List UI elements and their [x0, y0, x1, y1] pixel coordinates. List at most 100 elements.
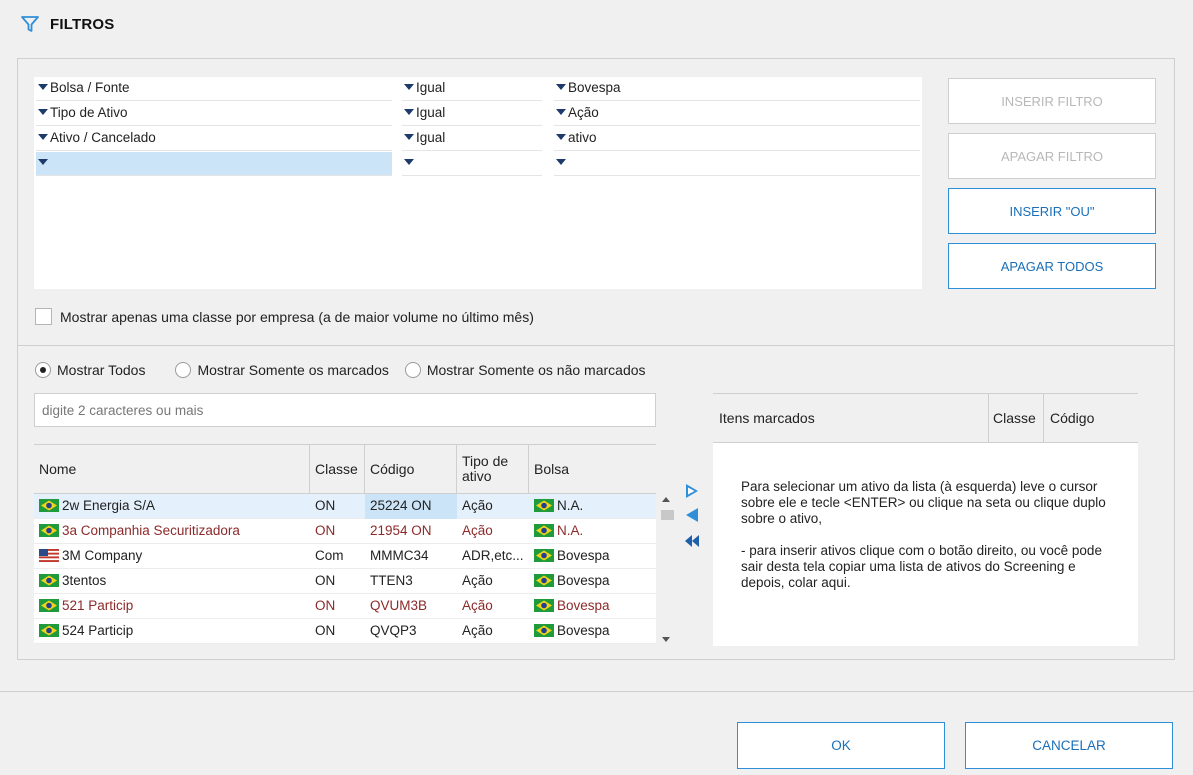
- scroll-up-icon[interactable]: [662, 497, 670, 502]
- table-row[interactable]: 3M Company Com MMMC34 ADR,etc... Bovespa: [34, 544, 656, 569]
- column-header-bolsa[interactable]: Bolsa: [529, 445, 656, 493]
- one-class-label: Mostrar apenas uma classe por empresa (a…: [60, 308, 534, 325]
- add-item-arrow-icon[interactable]: [684, 483, 700, 499]
- radio-button[interactable]: [404, 362, 421, 378]
- cell-tipo: Ação: [462, 573, 493, 588]
- column-header-classe[interactable]: Classe: [989, 394, 1044, 442]
- caret-down-icon: [556, 159, 566, 166]
- cell-bolsa: Bovespa: [529, 569, 656, 594]
- cell-nome: 3tentos: [34, 569, 310, 594]
- column-header-codigo[interactable]: Código: [1044, 394, 1138, 442]
- column-header-nome[interactable]: Nome: [34, 445, 310, 493]
- filter-row[interactable]: Tipo de Ativo Igual Ação: [34, 102, 922, 126]
- filter-operator-dropdown[interactable]: Igual: [402, 102, 542, 126]
- caret-down-icon: [38, 109, 48, 116]
- filter-row[interactable]: Ativo / Cancelado Igual ativo: [34, 127, 922, 151]
- filter-row[interactable]: Bolsa / Fonte Igual Bovespa: [34, 77, 922, 101]
- radio-show-unmarked[interactable]: Mostrar Somente os não marcados: [404, 362, 646, 378]
- asset-search-input[interactable]: [34, 393, 656, 427]
- one-class-option[interactable]: Mostrar apenas uma classe por empresa (a…: [35, 308, 534, 325]
- cell-codigo: 21954 ON: [370, 523, 432, 538]
- filter-operator-dropdown[interactable]: Igual: [402, 77, 542, 101]
- cancel-button[interactable]: CANCELAR: [965, 722, 1173, 769]
- cell-tipo: Ação: [462, 623, 493, 638]
- cell-tipo: Ação: [462, 523, 493, 538]
- ok-button[interactable]: OK: [737, 722, 945, 769]
- cell-codigo: QVUM3B: [370, 598, 428, 613]
- cell-tipo: Ação: [462, 498, 493, 513]
- filter-value-dropdown[interactable]: Ação: [554, 102, 920, 126]
- one-class-checkbox[interactable]: [35, 308, 52, 325]
- brazil-flag-icon: [39, 623, 59, 637]
- cell-nome: 521 Particip: [34, 594, 310, 619]
- column-header-itens-marcados[interactable]: Itens marcados: [713, 394, 989, 442]
- radio-button[interactable]: [175, 362, 192, 378]
- cell-bolsa: Bovespa: [529, 594, 656, 619]
- cell-codigo: MMMC34: [370, 548, 429, 563]
- table-row[interactable]: 524 Particip ON QVQP3 Ação Bovespa: [34, 619, 656, 644]
- filter-field-dropdown[interactable]: Tipo de Ativo: [36, 102, 392, 126]
- asset-name: 524 Particip: [62, 623, 134, 638]
- radio-button[interactable]: [35, 362, 51, 378]
- asset-name: 3M Company: [62, 548, 143, 563]
- caret-down-icon: [556, 109, 566, 116]
- radio-label: Mostrar Somente os não marcados: [426, 362, 646, 378]
- table-row[interactable]: 3tentos ON TTEN3 Ação Bovespa: [34, 569, 656, 594]
- filter-field-dropdown[interactable]: [36, 152, 392, 176]
- cell-classe: ON: [315, 598, 336, 613]
- cell-tipo: ADR,etc...: [462, 548, 524, 563]
- insert-or-button[interactable]: INSERIR "OU": [948, 188, 1156, 234]
- column-header-codigo[interactable]: Código: [365, 445, 457, 493]
- caret-down-icon: [38, 84, 48, 91]
- remove-all-arrow-icon[interactable]: [684, 535, 700, 547]
- insert-filter-button[interactable]: INSERIR FILTRO: [948, 78, 1156, 124]
- filter-value-dropdown[interactable]: ativo: [554, 127, 920, 151]
- radio-show-all[interactable]: Mostrar Todos: [35, 362, 145, 378]
- caret-down-icon: [404, 109, 414, 116]
- section-divider: [18, 345, 1174, 346]
- cell-nome: 3M Company: [34, 544, 310, 569]
- filter-field-dropdown[interactable]: Bolsa / Fonte: [36, 77, 392, 101]
- filter-operator-label: Igual: [416, 105, 446, 120]
- filter-operator-dropdown[interactable]: Igual: [402, 127, 542, 151]
- brazil-flag-icon: [534, 498, 554, 512]
- scroll-thumb[interactable]: [661, 510, 674, 520]
- cell-nome: 3a Companhia Securitizadora: [34, 519, 310, 544]
- caret-down-icon: [556, 84, 566, 91]
- delete-all-button[interactable]: APAGAR TODOS: [948, 243, 1156, 289]
- cell-codigo: 25224 ON: [365, 494, 457, 519]
- column-header-tipo[interactable]: Tipo de ativo: [457, 445, 529, 493]
- filter-value-label: ativo: [568, 130, 597, 145]
- column-header-classe[interactable]: Classe: [310, 445, 365, 493]
- asset-name: 521 Particip: [62, 598, 134, 613]
- table-scrollbar[interactable]: [660, 497, 674, 642]
- scroll-down-icon[interactable]: [662, 637, 670, 642]
- marked-items-list[interactable]: Para selecionar um ativo da lista (à esq…: [713, 443, 1138, 646]
- us-flag-icon: [39, 548, 59, 562]
- exchange-name: Bovespa: [557, 623, 610, 638]
- footer-divider: [0, 691, 1193, 692]
- filter-operator-dropdown[interactable]: [402, 152, 542, 176]
- filter-row-empty[interactable]: [34, 152, 922, 176]
- filter-operator-label: Igual: [416, 130, 446, 145]
- cell-tipo: Ação: [462, 598, 493, 613]
- brazil-flag-icon: [534, 623, 554, 637]
- exchange-name: N.A.: [557, 498, 584, 513]
- filter-field-dropdown[interactable]: Ativo / Cancelado: [36, 127, 392, 151]
- marked-items-header: Itens marcados Classe Código: [713, 393, 1138, 443]
- table-row[interactable]: 3a Companhia Securitizadora ON 21954 ON Açã…: [34, 519, 656, 544]
- filter-value-dropdown[interactable]: Bovespa: [554, 77, 920, 101]
- filter-value-dropdown[interactable]: [554, 152, 920, 176]
- table-row[interactable]: 521 Particip ON QVUM3B Ação Bovespa: [34, 594, 656, 619]
- remove-item-arrow-icon[interactable]: [684, 507, 700, 523]
- filter-field-label: Bolsa / Fonte: [50, 80, 130, 95]
- brazil-flag-icon: [39, 573, 59, 587]
- radio-label: Mostrar Todos: [57, 362, 146, 378]
- radio-show-marked[interactable]: Mostrar Somente os marcados: [175, 362, 389, 378]
- caret-down-icon: [38, 134, 48, 141]
- cell-classe: ON: [315, 573, 336, 588]
- table-row[interactable]: 2w Energia S/A ON 25224 ON Ação N.A.: [34, 494, 656, 519]
- delete-filter-button[interactable]: APAGAR FILTRO: [948, 133, 1156, 179]
- cell-nome: 524 Particip: [34, 619, 310, 644]
- cell-classe: ON: [315, 498, 336, 513]
